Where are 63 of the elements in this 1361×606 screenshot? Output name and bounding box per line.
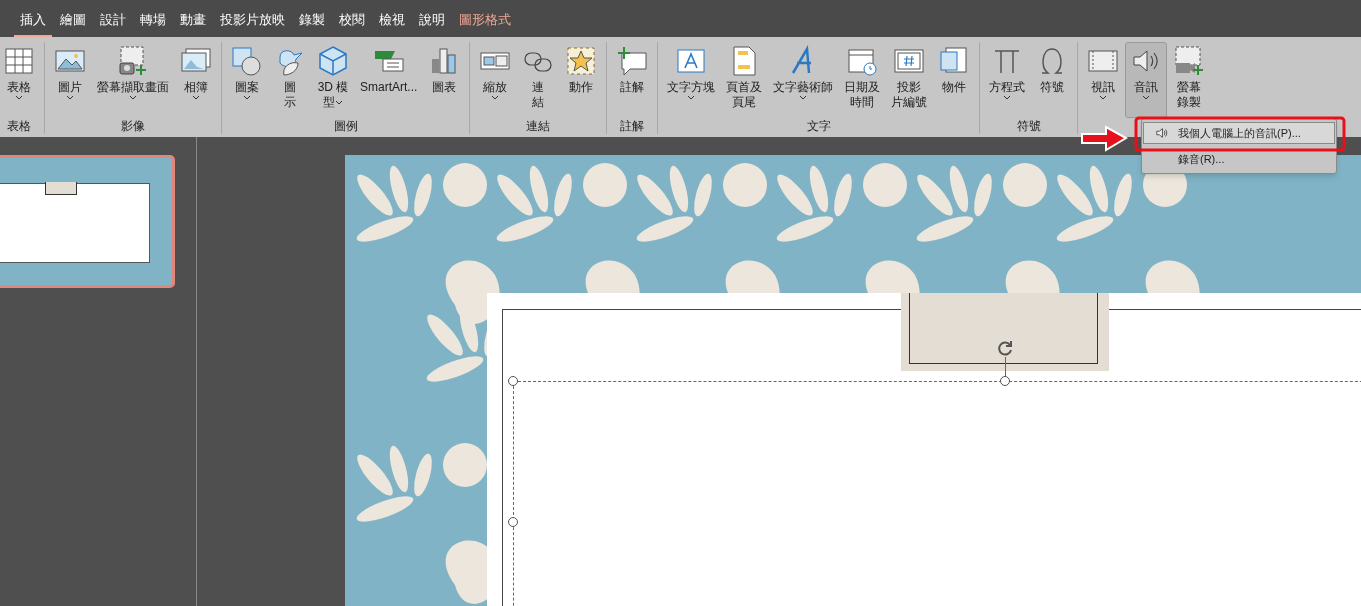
slide-thumbnail[interactable] (0, 155, 175, 288)
ribbon-button[interactable]: 日期及 時間 (839, 42, 886, 118)
ribbon-button[interactable]: 3D 模 型 (312, 42, 354, 118)
speaker-icon (1154, 126, 1170, 140)
ribbon-button[interactable]: 相簿 (175, 42, 217, 118)
menu-item[interactable]: 我個人電腦上的音訊(P)... (1143, 122, 1335, 144)
ribbon-tab[interactable]: 校閱 (333, 11, 371, 37)
cube-icon (317, 45, 349, 77)
ribbon-button[interactable]: 動作 (560, 42, 603, 118)
shapes-icon (231, 45, 263, 77)
group-label: 影像 (121, 119, 145, 133)
resize-handle[interactable] (1000, 376, 1010, 386)
ribbon-button[interactable]: 螢幕 錄製 (1168, 42, 1211, 118)
group-label: 表格 (7, 119, 31, 133)
screen-recording-icon (1173, 45, 1206, 77)
ribbon-tab[interactable]: 動畫 (174, 11, 212, 37)
ribbon-button[interactable]: 連 結 (517, 42, 560, 118)
ribbon-button[interactable]: 投影 片編號 (886, 42, 933, 118)
comment-icon (616, 45, 649, 77)
ribbon-button[interactable]: 文字方塊 (662, 42, 721, 118)
dot-shape (443, 443, 487, 487)
screenshot-icon (117, 45, 149, 77)
ribbon-button[interactable]: 符號 (1031, 42, 1074, 118)
ribbon-button[interactable]: 註解 (611, 42, 654, 118)
ribbon-button[interactable]: 圖片 (49, 42, 91, 118)
ribbon-button[interactable]: 音訊 (1125, 42, 1168, 118)
ribbon-tab[interactable]: 設計 (94, 11, 132, 37)
ribbon-tab[interactable]: 圖形格式 (453, 11, 517, 37)
ribbon-button[interactable]: 螢幕擷取畫面 (92, 42, 174, 118)
table-icon (3, 45, 35, 77)
ribbon-tab[interactable]: 繪圖 (54, 11, 92, 37)
ribbon-button[interactable]: 文字藝術師 (768, 42, 839, 118)
group-label: 連結 (526, 119, 551, 133)
group-label: 圖例 (333, 119, 358, 133)
dot-shape (443, 163, 487, 207)
ribbon-button[interactable]: 視訊 (1082, 42, 1125, 118)
dot-shape (723, 163, 767, 207)
group-label: 文字 (806, 119, 831, 133)
resize-handle[interactable] (508, 517, 518, 527)
ribbon-button[interactable]: 表格 (0, 42, 40, 118)
ribbon-tab[interactable]: 投影片放映 (214, 11, 291, 37)
menu-item[interactable]: 錄音(R)... (1143, 148, 1335, 170)
ribbon-button[interactable]: 圖 示 (269, 42, 311, 118)
ribbon-tab[interactable]: 錄製 (293, 11, 331, 37)
resize-handle[interactable] (508, 376, 518, 386)
ribbon-tab[interactable]: 檢視 (373, 11, 411, 37)
ribbon-button[interactable]: 圖案 (226, 42, 268, 118)
ribbon-button[interactable]: 物件 (933, 42, 976, 118)
rotate-handle-icon (996, 339, 1014, 357)
ribbon-button[interactable]: 圖表 (423, 42, 466, 118)
arrow-icon (1080, 124, 1130, 154)
ribbon-button[interactable]: 方程式 (984, 42, 1031, 118)
connector-line (1005, 357, 1006, 377)
group-label: 符號 (1016, 119, 1041, 133)
dot-shape (863, 163, 907, 207)
group-label: 註解 (620, 119, 645, 133)
ribbon-button[interactable]: SmartArt... (355, 42, 423, 118)
ribbon-button[interactable]: 縮放 (474, 42, 517, 118)
dot-shape (1003, 163, 1047, 207)
ribbon-tab[interactable]: 說明 (413, 11, 451, 37)
ribbon-tab[interactable]: 轉場 (134, 11, 172, 37)
dot-shape (583, 163, 627, 207)
ribbon-button[interactable]: 頁首及 頁尾 (721, 42, 768, 118)
